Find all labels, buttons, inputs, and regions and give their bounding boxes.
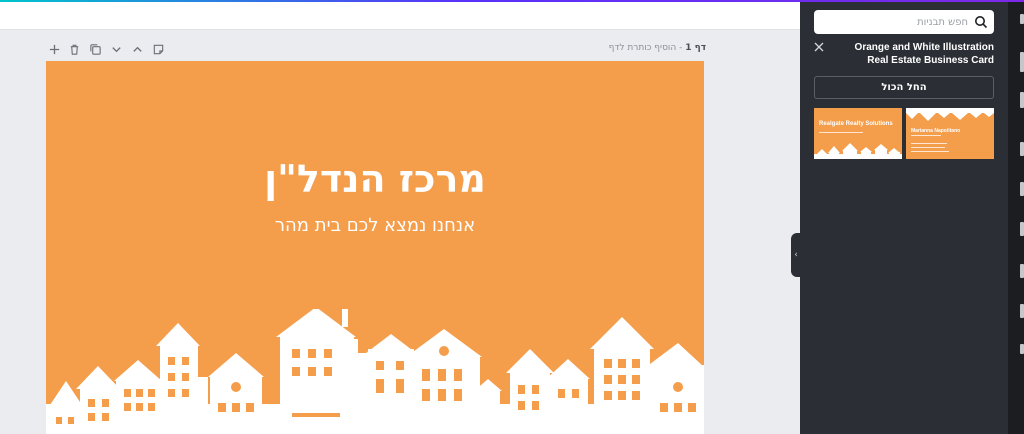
thumbnail-houses-illustration [814, 143, 902, 159]
plus-icon[interactable] [46, 41, 62, 57]
chevron-up-icon[interactable] [129, 41, 145, 57]
apply-all-button[interactable]: החל הכול [814, 76, 994, 99]
template-title: Orange and White Illustration Real Estat… [854, 42, 994, 66]
templates-panel: Orange and White Illustration Real Estat… [800, 2, 1008, 434]
design-canvas[interactable]: מרכז הנדל"ן אנחנו נמצא לכם בית מהר [46, 61, 704, 434]
search-input[interactable] [820, 10, 968, 34]
search-icon[interactable] [974, 15, 988, 29]
template-thumbnail-front[interactable]: Realgate Realty Solutions [814, 108, 902, 159]
rail-item[interactable] [1020, 304, 1024, 318]
thumbnail-houses-top-illustration [906, 108, 994, 121]
thumbnail-subtext-line [819, 132, 863, 133]
duplicate-icon[interactable] [87, 41, 103, 57]
close-icon[interactable] [812, 40, 826, 54]
thumbnail-main-text: Realgate Realty Solutions [819, 121, 893, 127]
page-toolbar: דף 1 - הוסיף כותרת לדף [46, 38, 706, 62]
houses-illustration[interactable] [46, 309, 704, 434]
rail-item[interactable] [1020, 182, 1024, 196]
chevron-down-icon[interactable] [108, 41, 124, 57]
side-rail [1008, 2, 1024, 434]
page-title-hint: - הוסיף כותרת לדף [608, 43, 683, 53]
thumbnail-detail-line [911, 143, 947, 144]
trash-icon[interactable] [66, 41, 82, 57]
thumbnail-detail-line [911, 151, 949, 152]
rail-item[interactable] [1020, 14, 1024, 24]
rail-item[interactable] [1020, 52, 1024, 72]
note-icon[interactable] [150, 41, 166, 57]
top-toolbar [0, 2, 800, 30]
page-label[interactable]: דף 1 - הוסיף כותרת לדף [609, 43, 706, 53]
search-box [814, 10, 994, 34]
rail-item[interactable] [1020, 264, 1024, 278]
rail-item[interactable] [1020, 92, 1024, 108]
rail-item[interactable] [1020, 142, 1024, 156]
template-thumbnail-back[interactable]: Marianna Napolitano [906, 108, 994, 159]
thumbnail-detail-line [911, 135, 941, 136]
rail-item[interactable] [1020, 344, 1024, 354]
rail-item[interactable] [1020, 222, 1024, 236]
chevron-left-icon: ‹ [794, 250, 798, 260]
page-number: דף 1 [685, 43, 706, 53]
design-title[interactable]: מרכז הנדל"ן [46, 157, 704, 201]
design-subtitle[interactable]: אנחנו נמצא לכם בית מהר [46, 215, 704, 236]
thumbnail-detail-line [911, 147, 945, 148]
thumbnail-main-text: Marianna Napolitano [911, 128, 961, 134]
